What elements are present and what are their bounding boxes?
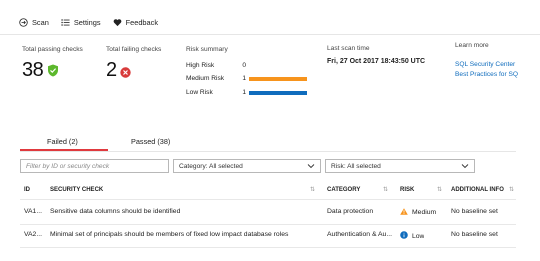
column-header-security-check[interactable]: SECURITY CHECK — [50, 187, 103, 193]
chevron-down-icon — [461, 163, 469, 169]
error-circle-icon — [120, 67, 131, 80]
learn-more-label: Learn more — [455, 42, 489, 49]
risk-filter-value: Risk: All selected — [331, 162, 381, 170]
risk-name: Medium Risk — [186, 75, 225, 82]
category-filter-value: Category: All selected — [179, 162, 243, 170]
risk-count: 1 — [242, 75, 246, 82]
sql-security-center-link[interactable]: SQL Security Center — [455, 61, 515, 68]
column-header-risk[interactable]: RISK — [400, 187, 414, 193]
last-scan-label: Last scan time — [327, 45, 370, 52]
risk-name: High Risk — [186, 62, 215, 69]
toolbar-divider — [0, 34, 540, 35]
shield-check-icon — [47, 64, 59, 79]
column-header-id[interactable]: ID — [24, 187, 30, 193]
risk-bar-medium — [249, 76, 307, 81]
sort-icon[interactable]: ⇅ — [437, 186, 442, 193]
list-icon — [61, 18, 70, 27]
tabs-divider — [20, 151, 516, 152]
row-id: VA2... — [24, 231, 43, 238]
row-additional-info: No baseline set — [451, 208, 498, 215]
search-filter-input[interactable]: Filter by ID or security check — [20, 159, 169, 173]
row-risk: Low — [400, 231, 424, 241]
risk-row-medium: Medium Risk 1 — [186, 74, 307, 83]
scan-icon — [19, 17, 28, 27]
row-additional-info: No baseline set — [451, 231, 498, 238]
row-risk-label: Medium — [412, 209, 437, 216]
scan-label: Scan — [32, 17, 49, 27]
sort-icon[interactable]: ⇅ — [310, 186, 315, 193]
table-row[interactable]: VA2... Minimal set of principals should … — [20, 225, 516, 247]
info-icon — [400, 231, 408, 241]
feedback-label: Feedback — [125, 17, 159, 27]
table-row[interactable]: VA1... Sensitive data columns should be … — [20, 202, 516, 224]
passing-checks-value: 38 — [22, 59, 44, 81]
risk-count: 0 — [242, 62, 246, 69]
risk-filter-select[interactable]: Risk: All selected — [325, 159, 475, 173]
warning-icon — [400, 208, 408, 217]
row-divider — [20, 247, 516, 248]
risk-row-high: High Risk 0 — [186, 61, 249, 70]
toolbar: Scan Settings Feedback — [19, 15, 158, 29]
risk-bar-low — [249, 90, 307, 95]
scan-button[interactable]: Scan — [19, 18, 49, 27]
tab-passed[interactable]: Passed (38) — [131, 137, 170, 146]
row-risk-label: Low — [412, 232, 425, 240]
risk-row-low: Low Risk 1 — [186, 88, 307, 97]
sort-icon[interactable]: ⇅ — [383, 186, 388, 193]
row-security-check: Sensitive data columns should be identif… — [50, 208, 181, 215]
risk-name: Low Risk — [186, 89, 213, 96]
risk-count: 1 — [242, 89, 246, 96]
settings-button[interactable]: Settings — [61, 18, 101, 27]
row-security-check: Minimal set of principals should be memb… — [50, 231, 289, 238]
failing-checks-label: Total failing checks — [106, 46, 162, 53]
column-header-additional-info[interactable]: ADDITIONAL INFO — [451, 187, 504, 193]
tab-failed[interactable]: Failed (2) — [47, 137, 78, 146]
best-practices-link[interactable]: Best Practices for SQ — [455, 71, 518, 78]
sort-icon[interactable]: ⇅ — [509, 186, 514, 193]
settings-label: Settings — [73, 17, 101, 27]
passing-checks-label: Total passing checks — [22, 46, 83, 53]
heart-icon — [113, 18, 122, 27]
header-divider — [20, 199, 516, 200]
risk-summary-label: Risk summary — [186, 46, 228, 53]
column-header-category[interactable]: CATEGORY — [327, 187, 360, 193]
row-category: Data protection — [327, 208, 374, 215]
row-id: VA1... — [24, 208, 43, 215]
row-category: Authentication & Au... — [327, 231, 392, 238]
category-filter-select[interactable]: Category: All selected — [173, 159, 321, 173]
feedback-button[interactable]: Feedback — [113, 18, 158, 27]
row-risk: Medium — [400, 208, 436, 217]
failing-checks-value: 2 — [106, 59, 117, 81]
chevron-down-icon — [307, 163, 315, 169]
last-scan-value: Fri, 27 Oct 2017 18:43:50 UTC — [327, 58, 426, 65]
